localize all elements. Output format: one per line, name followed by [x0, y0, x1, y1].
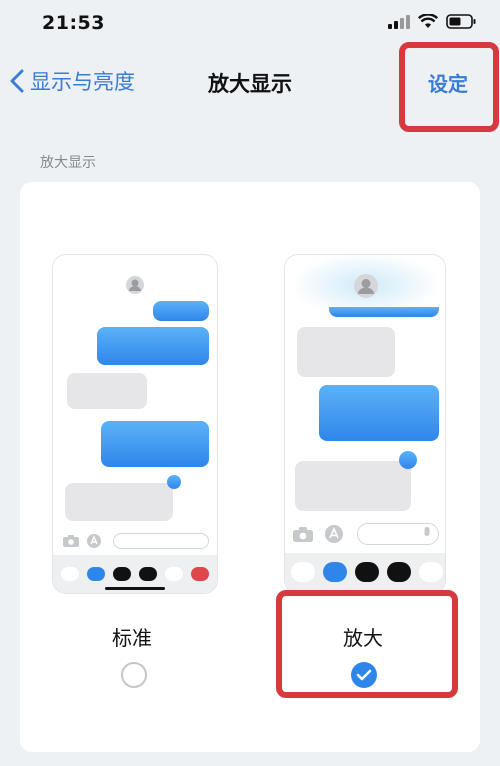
tray-app	[113, 567, 131, 581]
app-tray	[53, 555, 217, 593]
typing-dot	[399, 451, 417, 469]
typing-dot	[167, 475, 181, 489]
camera-icon	[293, 527, 313, 542]
app-tray	[285, 553, 445, 593]
section-label: 放大显示	[40, 155, 96, 171]
mic-icon	[424, 527, 430, 536]
tray-app	[291, 562, 315, 582]
camera-icon	[63, 535, 79, 547]
message-bubble	[97, 327, 209, 365]
message-bubble	[297, 327, 395, 377]
battery-icon	[446, 14, 476, 29]
standard-preview[interactable]	[52, 254, 218, 594]
message-bubble	[329, 307, 439, 317]
highlight-box-zoomed	[276, 590, 458, 698]
radio-standard[interactable]	[121, 662, 147, 688]
app-store-icon	[87, 534, 101, 548]
avatar-icon	[354, 274, 378, 298]
avatar-icon	[126, 276, 144, 294]
status-icons	[388, 14, 476, 29]
tray-app	[61, 567, 79, 581]
message-bubble	[319, 385, 439, 441]
option-label-standard: 标准	[112, 626, 152, 650]
wifi-icon	[418, 14, 438, 28]
tray-app	[139, 567, 157, 581]
message-bubble	[153, 301, 209, 321]
home-indicator	[105, 587, 165, 590]
tray-app	[419, 562, 443, 582]
message-bubble	[65, 483, 173, 521]
signal-icon	[388, 14, 410, 29]
tray-app	[165, 567, 183, 581]
message-input	[113, 533, 209, 549]
message-bubble	[101, 421, 209, 467]
tray-app	[191, 567, 209, 581]
zoomed-preview[interactable]	[284, 254, 446, 594]
app-store-icon	[325, 525, 343, 543]
message-bubble	[67, 373, 147, 409]
highlight-box-set	[399, 42, 499, 132]
tray-app	[355, 562, 379, 582]
tray-app	[87, 567, 105, 581]
status-time: 21:53	[42, 12, 105, 34]
tray-app	[323, 562, 347, 582]
tray-app	[387, 562, 411, 582]
message-bubble	[295, 461, 411, 511]
